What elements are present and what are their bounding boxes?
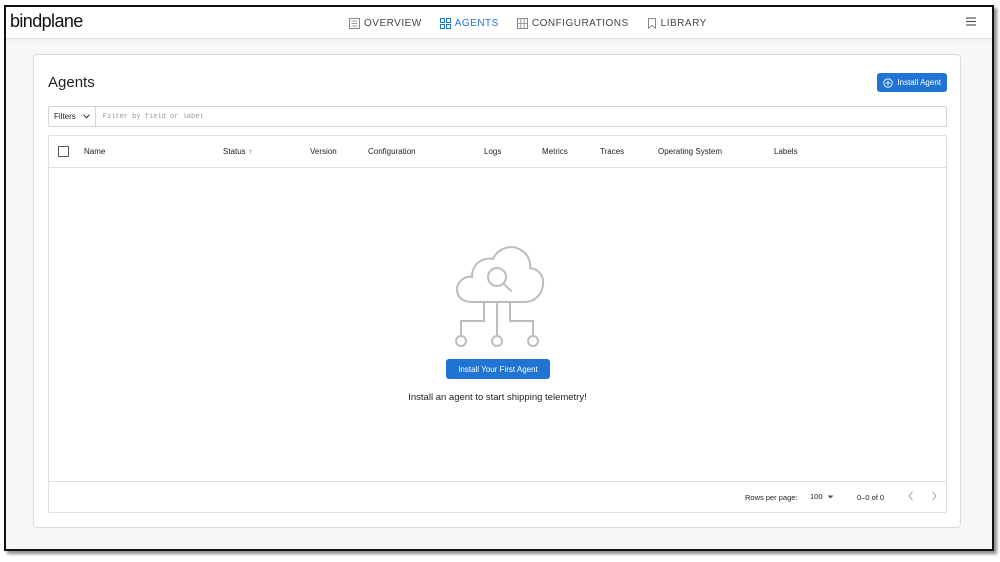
select-all-checkbox[interactable] xyxy=(58,146,69,157)
next-page-icon[interactable] xyxy=(930,491,938,501)
chevron-down-icon xyxy=(83,114,90,119)
filter-input[interactable] xyxy=(95,107,946,126)
table-header: Name Status ↑ Version Configuration Logs … xyxy=(49,136,946,168)
nav-item-library[interactable]: LIBRARY xyxy=(647,7,707,39)
nav-label-library: LIBRARY xyxy=(660,17,707,29)
bindplane-logo[interactable]: bindplane xyxy=(10,11,83,32)
filters-dropdown[interactable]: Filters xyxy=(49,107,96,126)
nav-item-agents[interactable]: AGENTS xyxy=(439,7,499,39)
empty-state-message: Install an agent to start shipping telem… xyxy=(408,392,587,403)
main-nav: OVERVIEW AGENTS CONFIGURATIONS LIBRARY xyxy=(349,7,725,39)
rows-per-page-value: 100 xyxy=(810,492,823,501)
nav-item-configurations[interactable]: CONFIGURATIONS xyxy=(516,7,629,39)
column-header-metrics[interactable]: Metrics xyxy=(542,147,568,156)
agents-card: Agents Install Agent Filters Name xyxy=(33,54,961,528)
configurations-icon xyxy=(516,17,528,29)
rows-per-page-label: Rows per page: xyxy=(745,493,798,502)
nav-label-overview: OVERVIEW xyxy=(364,17,422,29)
column-header-configuration[interactable]: Configuration xyxy=(368,147,416,156)
column-header-name[interactable]: Name xyxy=(84,147,105,156)
rows-per-page-select[interactable]: 100 xyxy=(810,492,834,501)
agents-table: Name Status ↑ Version Configuration Logs … xyxy=(48,135,947,513)
filter-bar: Filters xyxy=(48,106,947,127)
column-header-status[interactable]: Status ↑ xyxy=(223,147,253,156)
top-navigation-bar: bindplane OVERVIEW AGENTS CONFIGURATIONS… xyxy=(6,7,992,39)
nav-item-overview[interactable]: OVERVIEW xyxy=(349,7,422,39)
hamburger-menu-icon[interactable] xyxy=(966,17,976,26)
column-header-traces[interactable]: Traces xyxy=(600,147,624,156)
column-header-version[interactable]: Version xyxy=(310,147,337,156)
sort-ascending-icon: ↑ xyxy=(248,147,253,156)
overview-icon xyxy=(349,17,360,29)
install-agent-label: Install Agent xyxy=(897,78,941,87)
app-window: bindplane OVERVIEW AGENTS CONFIGURATIONS… xyxy=(4,5,994,551)
agents-grid-icon xyxy=(439,17,451,29)
nav-label-configurations: CONFIGURATIONS xyxy=(531,17,629,29)
install-first-agent-button[interactable]: Install Your First Agent xyxy=(446,359,550,379)
caret-down-icon xyxy=(827,495,834,498)
previous-page-icon[interactable] xyxy=(907,491,915,501)
add-circle-icon xyxy=(883,77,894,88)
column-header-labels[interactable]: Labels xyxy=(774,147,798,156)
pagination-range: 0–0 of 0 xyxy=(857,493,885,502)
bookmark-icon xyxy=(647,17,656,29)
nav-label-agents: AGENTS xyxy=(454,17,499,29)
page-title: Agents xyxy=(48,74,95,91)
install-agent-button[interactable]: Install Agent xyxy=(877,73,947,92)
filters-label: Filters xyxy=(54,112,76,121)
column-header-operating-system[interactable]: Operating System xyxy=(658,147,722,156)
table-footer: Rows per page: 100 0–0 of 0 xyxy=(49,481,946,512)
column-header-logs[interactable]: Logs xyxy=(484,147,501,156)
cloud-search-illustration-icon xyxy=(455,246,545,347)
column-header-status-label: Status xyxy=(223,147,246,156)
